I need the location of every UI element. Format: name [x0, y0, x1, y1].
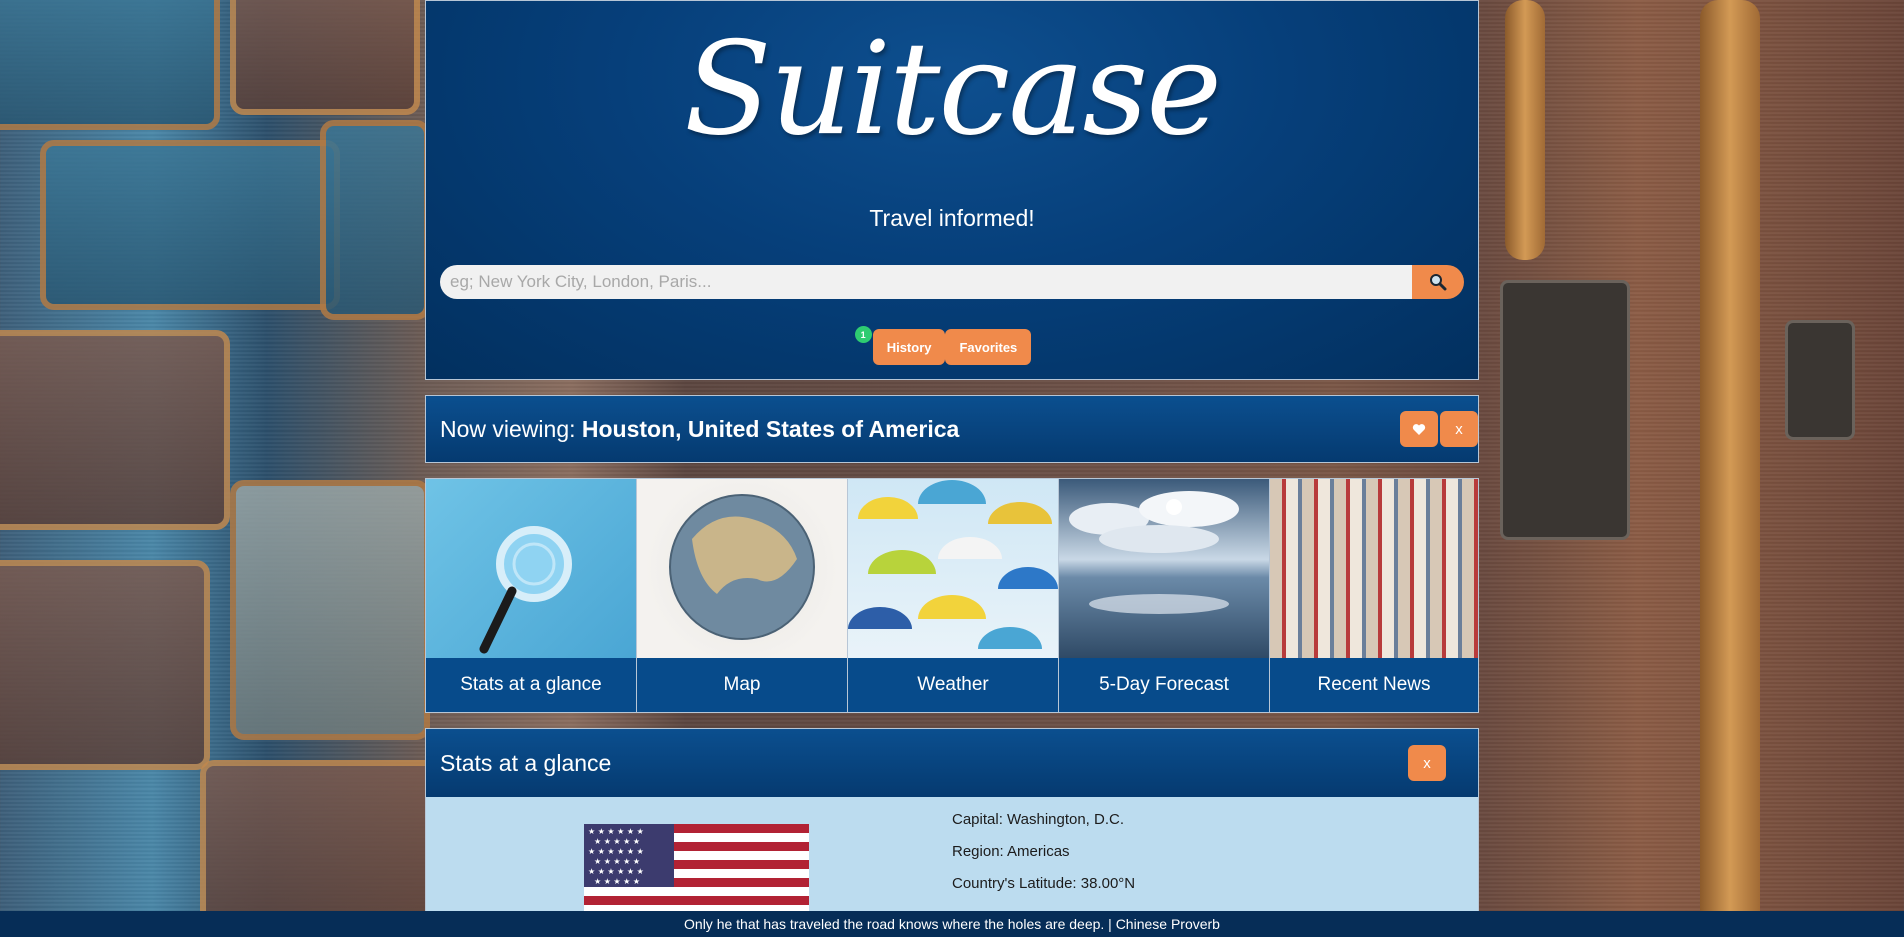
footer-quote-bar: Only he that has traveled the road knows…: [0, 911, 1904, 937]
fact-capital: Capital: Washington, D.C.: [952, 811, 1125, 828]
tile-news[interactable]: Recent News: [1270, 479, 1478, 712]
bg-latch: [1785, 320, 1855, 440]
now-viewing-text: Now viewing: Houston, United States of A…: [440, 416, 959, 443]
site-header: Suitcase Travel informed! 1 History Favo…: [425, 0, 1479, 380]
nav-buttons: 1 History Favorites: [426, 326, 1478, 365]
tagline: Travel informed!: [869, 205, 1035, 231]
stats-panel-title: Stats at a glance: [440, 749, 612, 776]
heart-icon: [1412, 423, 1426, 435]
newspapers-image: [1270, 479, 1478, 659]
stats-panel: Stats at a glance x ★ ★ ★ ★ ★ ★ ★ ★ ★ ★ …: [425, 728, 1479, 937]
favorite-button[interactable]: [1400, 411, 1438, 447]
history-label: History: [886, 339, 932, 355]
site-logo: Suitcase: [684, 15, 1222, 164]
fact-region: Region: Americas: [952, 843, 1070, 860]
viewing-actions: x: [1398, 411, 1478, 447]
main-container: Suitcase Travel informed! 1 History Favo…: [425, 0, 1479, 937]
close-stats-button[interactable]: x: [1408, 745, 1446, 781]
magnifier-image: [426, 479, 636, 659]
svg-text:★ ★ ★ ★ ★: ★ ★ ★ ★ ★: [594, 857, 640, 866]
umbrellas-image: [848, 479, 1058, 659]
stats-panel-header: Stats at a glance x: [426, 729, 1478, 797]
svg-text:★ ★ ★ ★ ★: ★ ★ ★ ★ ★: [594, 877, 640, 886]
bg-suitcase: [40, 140, 340, 310]
bg-latch: [1500, 280, 1630, 540]
svg-text:★ ★ ★ ★ ★ ★: ★ ★ ★ ★ ★ ★: [588, 867, 644, 876]
svg-text:★ ★ ★ ★ ★: ★ ★ ★ ★ ★: [594, 837, 640, 846]
search-input[interactable]: [440, 265, 1412, 299]
bg-leather-strap: [1700, 0, 1760, 937]
favorites-button[interactable]: Favorites: [945, 329, 1032, 365]
bg-suitcase: [230, 480, 430, 740]
svg-text:★ ★ ★ ★ ★ ★: ★ ★ ★ ★ ★ ★: [588, 847, 644, 856]
sky-image: [1059, 479, 1269, 659]
history-count-badge: 1: [854, 326, 872, 343]
favorites-label: Favorites: [959, 339, 1018, 355]
search-button[interactable]: [1412, 265, 1464, 299]
country-facts: Capital: Washington, D.C. Region: Americ…: [952, 811, 1135, 907]
history-button[interactable]: 1 History: [854, 326, 946, 365]
globe-image: [637, 479, 847, 659]
tile-stats-label: Stats at a glance: [426, 658, 636, 712]
current-location: Houston, United States of America: [581, 415, 960, 442]
tile-forecast[interactable]: 5-Day Forecast: [1059, 479, 1270, 712]
tile-map[interactable]: Map: [637, 479, 848, 712]
bg-suitcase: [320, 120, 430, 320]
bg-suitcase: [230, 0, 420, 115]
bg-suitcase: [0, 560, 210, 770]
tile-forecast-label: 5-Day Forecast: [1059, 658, 1269, 712]
bg-suitcase: [0, 0, 220, 130]
svg-text:★ ★ ★ ★ ★ ★: ★ ★ ★ ★ ★ ★: [588, 827, 644, 836]
bg-leather-strap: [1505, 0, 1545, 260]
search-icon: [1430, 274, 1447, 291]
tile-weather-label: Weather: [848, 658, 1058, 712]
tile-news-label: Recent News: [1270, 658, 1478, 712]
tile-weather[interactable]: Weather: [848, 479, 1059, 712]
tile-stats[interactable]: Stats at a glance: [426, 479, 637, 712]
fact-latitude: Country's Latitude: 38.00°N: [952, 875, 1136, 892]
footer-quote: Only he that has traveled the road knows…: [684, 916, 1220, 932]
section-tiles: Stats at a glance Map Weather 5-Day Fore…: [425, 478, 1479, 713]
now-viewing-prefix: Now viewing:: [440, 415, 576, 442]
close-location-button[interactable]: x: [1440, 411, 1478, 447]
now-viewing-bar: Now viewing: Houston, United States of A…: [425, 395, 1479, 463]
tile-map-label: Map: [637, 658, 847, 712]
search-bar: [440, 265, 1464, 299]
bg-suitcase: [0, 330, 230, 530]
